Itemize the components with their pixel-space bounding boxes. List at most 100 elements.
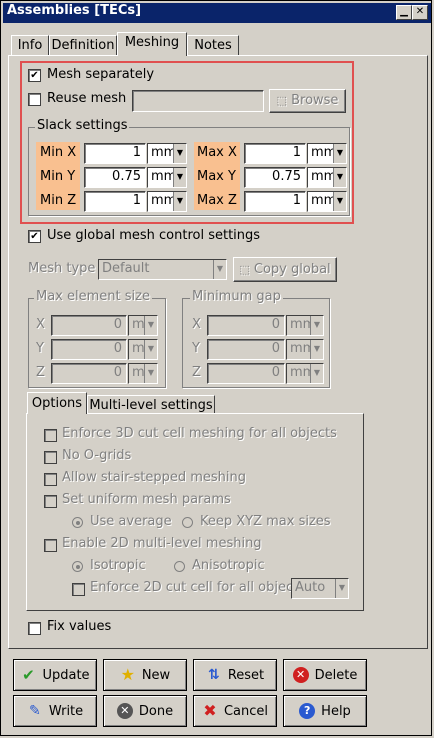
max-x-axis-label: X: [36, 317, 45, 332]
max-elem-x-unit[interactable]: mm▼: [128, 315, 158, 336]
gap-y-input[interactable]: 0: [207, 339, 285, 360]
uniform-mesh-label: Set uniform mesh params: [62, 492, 231, 507]
cancel-button[interactable]: ✖ Cancel: [193, 695, 277, 727]
max-elem-z-unit[interactable]: mm▼: [128, 363, 158, 384]
new-button[interactable]: ★ New: [103, 659, 187, 691]
max-elem-z-input[interactable]: 0: [51, 363, 127, 384]
done-label: Done: [138, 703, 174, 719]
close-button[interactable]: ✕: [412, 5, 428, 20]
chevron-down-icon: ▼: [144, 364, 157, 383]
mesh-type-label: Mesh type: [28, 261, 96, 276]
max-y-input[interactable]: 0.75: [244, 167, 306, 188]
chevron-down-icon: ▼: [333, 192, 346, 211]
gap-y-unit[interactable]: mm ▼: [286, 339, 324, 360]
min-z-unit-select[interactable]: mm ▼: [147, 191, 187, 212]
subtab-multilevel[interactable]: Multi-level settings: [87, 395, 215, 414]
anisotropic-radio[interactable]: [174, 561, 185, 572]
reset-button[interactable]: ⇅ Reset: [193, 659, 277, 691]
chevron-down-icon: ▼: [310, 316, 323, 335]
browse-label: Browse: [291, 93, 339, 108]
max-x-input[interactable]: 1: [244, 143, 306, 164]
minimize-button[interactable]: ▁: [396, 5, 412, 20]
anisotropic-label: Anisotropic: [192, 558, 265, 573]
assemblies-dialog: Assemblies [TECs] ▁ ✕ Info Definition Me…: [0, 0, 432, 736]
max-z-unit-select[interactable]: mm ▼: [307, 191, 347, 212]
use-global-label: Use global mesh control settings: [47, 228, 261, 243]
slack-settings-title: Slack settings: [35, 118, 130, 133]
gap-z-unit[interactable]: mm ▼: [286, 363, 324, 384]
enable-2d-checkbox[interactable]: [44, 539, 57, 552]
chevron-down-icon: ▼: [213, 260, 226, 279]
gap-x-unit[interactable]: mm ▼: [286, 315, 324, 336]
isotropic-radio[interactable]: [72, 561, 83, 572]
mesh-type-select[interactable]: Default ▼: [98, 259, 227, 280]
tab-info[interactable]: Info: [11, 35, 49, 55]
minimum-gap-title: Minimum gap: [190, 289, 283, 304]
max-z-axis-label: Z: [36, 365, 45, 380]
gap-x-input[interactable]: 0: [207, 315, 285, 336]
use-global-checkbox[interactable]: ✔: [28, 230, 41, 243]
min-z-input[interactable]: 1: [84, 191, 146, 212]
reset-arrows-icon: ⇅: [207, 667, 220, 683]
gap-z-input[interactable]: 0: [207, 363, 285, 384]
use-average-radio[interactable]: [72, 517, 83, 528]
stair-stepped-label: Allow stair-stepped meshing: [62, 470, 247, 485]
keep-xyz-label: Keep XYZ max sizes: [200, 514, 331, 529]
max-elem-x-input[interactable]: 0: [51, 315, 127, 336]
mesh-separately-checkbox[interactable]: ✔: [28, 69, 41, 82]
reuse-mesh-field[interactable]: [132, 90, 264, 112]
subtab-options[interactable]: Options: [27, 392, 87, 414]
min-x-label: Min X: [40, 145, 77, 160]
uniform-mesh-checkbox[interactable]: [44, 495, 57, 508]
chevron-down-icon: ▼: [144, 340, 157, 359]
write-button[interactable]: ✎ Write: [13, 695, 97, 727]
max-y-label: Max Y: [197, 169, 236, 184]
max-z-input[interactable]: 1: [244, 191, 306, 212]
cut-cell-value: Auto: [295, 580, 326, 595]
keep-xyz-radio[interactable]: [182, 517, 193, 528]
new-label: New: [141, 667, 171, 683]
max-z-label: Max Z: [197, 193, 237, 208]
min-y-unit-select[interactable]: mm ▼: [147, 167, 187, 188]
delete-label: Delete: [314, 667, 358, 683]
min-x-unit-select[interactable]: mm ▼: [147, 143, 187, 164]
max-y-unit-select[interactable]: mm ▼: [307, 167, 347, 188]
max-y-axis-label: Y: [36, 341, 44, 356]
reuse-mesh-checkbox[interactable]: [28, 93, 41, 106]
mesh-separately-label: Mesh separately: [47, 67, 155, 82]
reuse-mesh-label: Reuse mesh: [47, 91, 127, 106]
cut-cell-select[interactable]: Auto ▼: [291, 578, 349, 599]
browse-icon: ⬚: [276, 94, 287, 107]
enforce-2d-label: Enforce 2D cut cell for all objects: [90, 580, 306, 595]
copy-global-button[interactable]: ⬚ Copy global: [233, 257, 337, 282]
no-ogrids-checkbox[interactable]: [44, 451, 57, 464]
done-button[interactable]: ✕ Done: [103, 695, 187, 727]
max-elem-y-input[interactable]: 0: [51, 339, 127, 360]
gap-y-axis-label: Y: [192, 341, 200, 356]
tab-notes[interactable]: Notes: [187, 35, 239, 55]
copy-global-label: Copy global: [253, 262, 331, 277]
enforce-3d-checkbox[interactable]: [44, 429, 57, 442]
isotropic-label: Isotropic: [90, 558, 146, 573]
max-x-unit-select[interactable]: mm ▼: [307, 143, 347, 164]
cancel-x-icon: ✖: [203, 701, 217, 720]
browse-button[interactable]: ⬚ Browse: [269, 89, 346, 113]
delete-button[interactable]: ✕ Delete: [283, 659, 367, 691]
help-button[interactable]: ? Help: [283, 695, 367, 727]
stair-stepped-checkbox[interactable]: [44, 473, 57, 486]
chevron-down-icon: ▼: [335, 579, 348, 598]
max-elem-y-unit[interactable]: mm▼: [128, 339, 158, 360]
chevron-down-icon: ▼: [333, 144, 346, 163]
fix-values-checkbox[interactable]: [28, 622, 41, 635]
min-x-input[interactable]: 1: [84, 143, 146, 164]
tab-definition[interactable]: Definition: [49, 35, 117, 55]
chevron-down-icon: ▼: [173, 144, 186, 163]
mesh-type-value: Default: [102, 261, 150, 276]
min-y-label: Min Y: [40, 169, 76, 184]
enforce-3d-label: Enforce 3D cut cell meshing for all obje…: [62, 426, 337, 441]
enforce-2d-checkbox[interactable]: [72, 583, 85, 596]
radio-dot: [76, 565, 80, 569]
min-y-input[interactable]: 0.75: [84, 167, 146, 188]
tab-meshing[interactable]: Meshing: [117, 32, 187, 56]
update-button[interactable]: ✔ Update: [13, 659, 97, 691]
